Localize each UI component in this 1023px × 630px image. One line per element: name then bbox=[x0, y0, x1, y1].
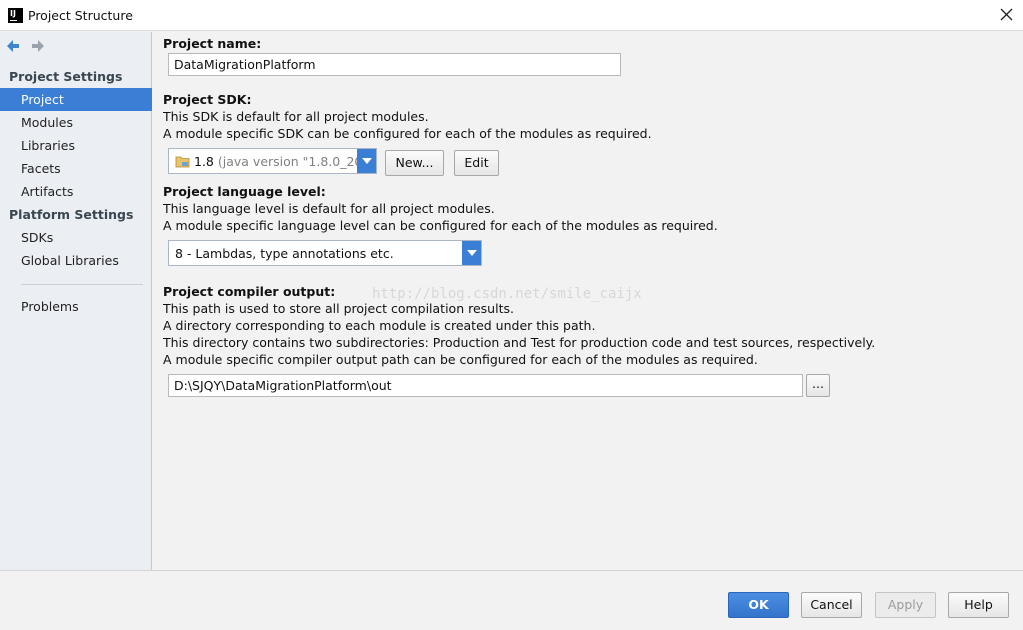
cancel-button[interactable]: Cancel bbox=[801, 592, 862, 618]
dialog-footer: OK Cancel Apply Help bbox=[0, 570, 1023, 630]
window-title: Project Structure bbox=[28, 8, 133, 23]
output-description-4: A module specific compiler output path c… bbox=[163, 352, 758, 367]
sidebar-item-global-libraries[interactable]: Global Libraries bbox=[0, 249, 152, 272]
compiler-output-path-input[interactable]: D:\SJQY\DataMigrationPlatform\out bbox=[168, 374, 803, 397]
project-name-label: Project name: bbox=[163, 36, 262, 51]
sdk-description-1: This SDK is default for all project modu… bbox=[163, 109, 429, 124]
language-description-2: A module specific language level can be … bbox=[163, 218, 718, 233]
close-button[interactable] bbox=[998, 6, 1015, 23]
apply-button[interactable]: Apply bbox=[875, 592, 936, 618]
sidebar-item-project[interactable]: Project bbox=[0, 88, 152, 111]
platform-settings-header: Platform Settings bbox=[9, 207, 134, 222]
folder-java-icon bbox=[175, 156, 190, 168]
ok-button[interactable]: OK bbox=[728, 592, 789, 618]
sdk-description-2: A module specific SDK can be configured … bbox=[163, 126, 652, 141]
title-bar: IJ Project Structure bbox=[0, 0, 1023, 31]
sidebar-item-sdks[interactable]: SDKs bbox=[0, 226, 152, 249]
close-icon bbox=[1000, 8, 1013, 21]
back-button[interactable] bbox=[5, 38, 23, 54]
sdk-dropdown-value: 1.8 (java version "1.8.0_20") bbox=[194, 154, 374, 169]
project-sdk-label: Project SDK: bbox=[163, 92, 252, 107]
watermark-text: http://blog.csdn.net/smile_caijx bbox=[372, 286, 642, 302]
sdk-edit-button[interactable]: Edit bbox=[454, 150, 499, 176]
language-level-dropdown[interactable]: 8 - Lambdas, type annotations etc. bbox=[168, 240, 482, 266]
language-level-value: 8 - Lambdas, type annotations etc. bbox=[175, 246, 394, 261]
arrow-right-icon bbox=[32, 40, 44, 52]
chevron-down-icon bbox=[357, 149, 376, 173]
help-button[interactable]: Help bbox=[948, 592, 1009, 618]
sidebar-divider bbox=[21, 284, 143, 285]
sidebar-item-modules[interactable]: Modules bbox=[0, 111, 152, 134]
sdk-new-button[interactable]: New... bbox=[385, 150, 444, 176]
sidebar-item-problems[interactable]: Problems bbox=[0, 295, 152, 318]
language-description-1: This language level is default for all p… bbox=[163, 201, 495, 216]
project-name-input[interactable]: DataMigrationPlatform bbox=[168, 53, 621, 76]
chevron-down-icon bbox=[462, 241, 481, 265]
sdk-dropdown[interactable]: 1.8 (java version "1.8.0_20") bbox=[168, 148, 377, 174]
sidebar-item-libraries[interactable]: Libraries bbox=[0, 134, 152, 157]
intellij-app-icon: IJ bbox=[8, 8, 23, 23]
output-description-3: This directory contains two subdirectori… bbox=[163, 335, 876, 350]
language-level-label: Project language level: bbox=[163, 184, 326, 199]
compiler-output-label: Project compiler output: bbox=[163, 284, 336, 299]
sidebar: Project Settings Project Modules Librari… bbox=[0, 32, 152, 570]
sidebar-item-facets[interactable]: Facets bbox=[0, 157, 152, 180]
project-settings-header: Project Settings bbox=[9, 69, 123, 84]
output-description-1: This path is used to store all project c… bbox=[163, 301, 514, 316]
arrow-left-icon bbox=[7, 40, 19, 52]
sidebar-item-artifacts[interactable]: Artifacts bbox=[0, 180, 152, 203]
browse-button[interactable]: ... bbox=[806, 374, 830, 397]
output-description-2: A directory corresponding to each module… bbox=[163, 318, 596, 333]
forward-button[interactable] bbox=[30, 38, 48, 54]
